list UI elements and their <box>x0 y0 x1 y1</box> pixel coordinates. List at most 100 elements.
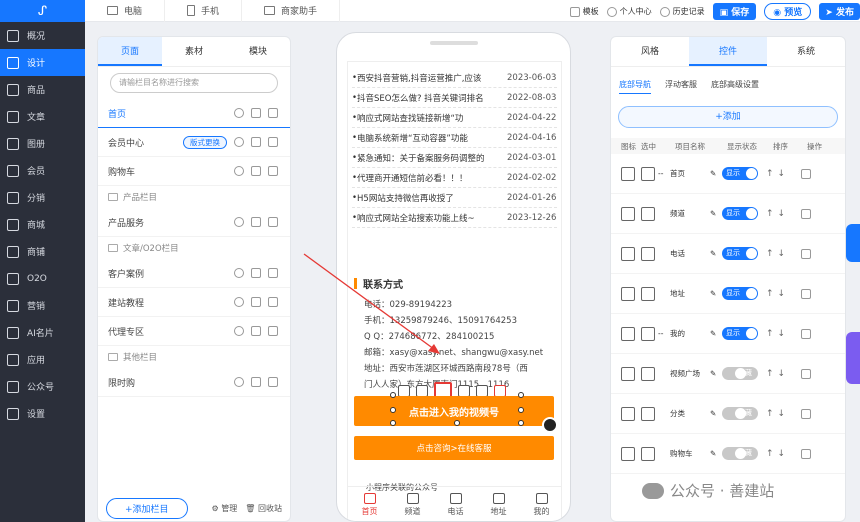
user-center-button[interactable]: 个人中心 <box>606 6 652 17</box>
nav-icon[interactable] <box>621 446 635 461</box>
page-row[interactable]: 产品服务 <box>98 208 290 237</box>
status-toggle[interactable]: 隐藏 <box>722 447 758 460</box>
nav-icon[interactable] <box>621 366 635 381</box>
sidebar-item-0[interactable]: 概况 <box>0 22 85 49</box>
edit-icon[interactable] <box>801 368 812 379</box>
delete-icon[interactable] <box>268 166 278 176</box>
settings-icon[interactable] <box>234 377 244 387</box>
pencil-icon[interactable]: ✎ <box>710 449 722 458</box>
edit-icon[interactable] <box>251 297 261 307</box>
edit-icon[interactable] <box>251 326 261 336</box>
bottom-nav-item[interactable]: 频道 <box>405 492 421 517</box>
tab-pages[interactable]: 页面 <box>98 37 162 66</box>
resize-handle[interactable] <box>518 420 524 426</box>
column-search-input[interactable]: 请输栏目名称进行搜索 <box>110 73 278 93</box>
subtab-floating-service[interactable]: 浮动客服 <box>665 79 697 94</box>
page-row[interactable]: 会员中心 版式更换 <box>98 128 290 157</box>
selected-icon[interactable] <box>641 406 655 421</box>
settings-icon[interactable] <box>234 108 244 118</box>
edit-icon[interactable] <box>251 217 261 227</box>
delete-icon[interactable] <box>268 326 278 336</box>
selected-icon[interactable] <box>641 166 655 181</box>
settings-icon[interactable] <box>234 166 244 176</box>
news-item[interactable]: • 抖音SEO怎么做? 抖音关键词排名 2022-08-03 <box>352 88 557 108</box>
tab-materials[interactable]: 素材 <box>162 37 226 66</box>
arrow-up-icon[interactable]: ↑ <box>766 169 774 179</box>
side-float-tab[interactable] <box>846 224 860 262</box>
tab-system[interactable]: 系统 <box>767 37 845 66</box>
sidebar-item-8[interactable]: 商铺 <box>0 238 85 265</box>
page-row[interactable]: 客户案例 <box>98 259 290 288</box>
sidebar-item-12[interactable]: 应用 <box>0 346 85 373</box>
recycle-bin-button[interactable]: 🗑 回收站 <box>245 503 282 514</box>
settings-icon[interactable] <box>234 326 244 336</box>
news-item[interactable]: • 电脑系统新增“互动容器”功能 2024-04-16 <box>352 128 557 148</box>
delete-icon[interactable] <box>268 268 278 278</box>
bottom-nav-item[interactable]: 地址 <box>491 492 507 517</box>
resize-handle[interactable] <box>390 420 396 426</box>
resize-handle[interactable] <box>518 392 524 398</box>
sidebar-item-9[interactable]: O2O <box>0 265 85 292</box>
edit-icon[interactable] <box>251 377 261 387</box>
edit-icon[interactable] <box>801 168 812 179</box>
selected-icon[interactable] <box>641 206 655 221</box>
tab-controls[interactable]: 控件 <box>689 37 767 66</box>
sidebar-item-6[interactable]: 分销 <box>0 184 85 211</box>
sidebar-item-5[interactable]: 会员 <box>0 157 85 184</box>
arrow-up-icon[interactable]: ↑ <box>766 289 774 299</box>
nav-icon[interactable] <box>621 286 635 301</box>
status-toggle[interactable]: 显示 <box>722 287 758 300</box>
preview-button[interactable]: ◉ 预览 <box>764 3 812 20</box>
history-button[interactable]: 历史记录 <box>659 6 705 17</box>
selected-icon[interactable] <box>641 366 655 381</box>
manage-button[interactable]: ⚙ 管理 <box>212 503 238 514</box>
nav-icon[interactable] <box>621 166 635 181</box>
arrow-down-icon[interactable]: ↓ <box>778 249 786 259</box>
tab-modules[interactable]: 模块 <box>226 37 290 66</box>
arrow-up-icon[interactable]: ↑ <box>766 409 774 419</box>
add-nav-item-button[interactable]: +添加 <box>618 106 838 128</box>
settings-icon[interactable] <box>234 217 244 227</box>
online-consult-button[interactable]: 点击咨询>在线客服 <box>354 436 554 460</box>
arrow-down-icon[interactable]: ↓ <box>778 449 786 459</box>
selected-icon[interactable] <box>641 246 655 261</box>
pencil-icon[interactable]: ✎ <box>710 369 722 378</box>
nav-icon[interactable] <box>621 326 635 341</box>
tab-style[interactable]: 风格 <box>611 37 689 66</box>
sidebar-item-3[interactable]: 文章 <box>0 103 85 130</box>
sidebar-item-4[interactable]: 图册 <box>0 130 85 157</box>
edit-icon[interactable] <box>801 288 812 299</box>
nav-icon[interactable] <box>621 246 635 261</box>
tab-merchant-assistant[interactable]: 商家助手 <box>242 0 341 22</box>
edit-icon[interactable] <box>251 268 261 278</box>
arrow-down-icon[interactable]: ↓ <box>778 289 786 299</box>
sidebar-item-2[interactable]: 商品 <box>0 76 85 103</box>
resize-handle[interactable] <box>390 392 396 398</box>
edit-icon[interactable] <box>251 137 261 147</box>
pencil-icon[interactable]: ✎ <box>710 289 722 298</box>
sidebar-item-7[interactable]: 商城 <box>0 211 85 238</box>
news-item[interactable]: • H5网站支持微信再收授了 2024-01-26 <box>352 188 557 208</box>
edit-icon[interactable] <box>801 408 812 419</box>
sidebar-item-10[interactable]: 营销 <box>0 292 85 319</box>
edit-icon[interactable] <box>251 108 261 118</box>
tab-mobile[interactable]: 手机 <box>165 0 243 22</box>
arrow-up-icon[interactable]: ↑ <box>766 249 774 259</box>
news-item[interactable]: • 代理商开通短信前必看！！！ 2024-02-02 <box>352 168 557 188</box>
selected-icon[interactable] <box>641 326 655 341</box>
selected-icon[interactable] <box>641 286 655 301</box>
arrow-up-icon[interactable]: ↑ <box>766 449 774 459</box>
news-item[interactable]: • 响应式网站查找链接新增“功 2024-04-22 <box>352 108 557 128</box>
arrow-down-icon[interactable]: ↓ <box>778 369 786 379</box>
add-column-button[interactable]: +添加栏目 <box>106 497 188 519</box>
pencil-icon[interactable]: ✎ <box>710 409 722 418</box>
pencil-icon[interactable]: ✎ <box>710 209 722 218</box>
arrow-down-icon[interactable]: ↓ <box>778 169 786 179</box>
save-button[interactable]: ▣ 保存 <box>712 3 757 20</box>
tab-pc[interactable]: 电脑 <box>85 0 166 22</box>
edit-icon[interactable] <box>251 166 261 176</box>
news-item[interactable]: • 紧急通知：关于备案服务码调整的 2024-03-01 <box>352 148 557 168</box>
sidebar-item-13[interactable]: 公众号 <box>0 373 85 400</box>
bottom-nav-item[interactable]: 电话 <box>448 492 464 517</box>
status-toggle[interactable]: 隐藏 <box>722 367 758 380</box>
